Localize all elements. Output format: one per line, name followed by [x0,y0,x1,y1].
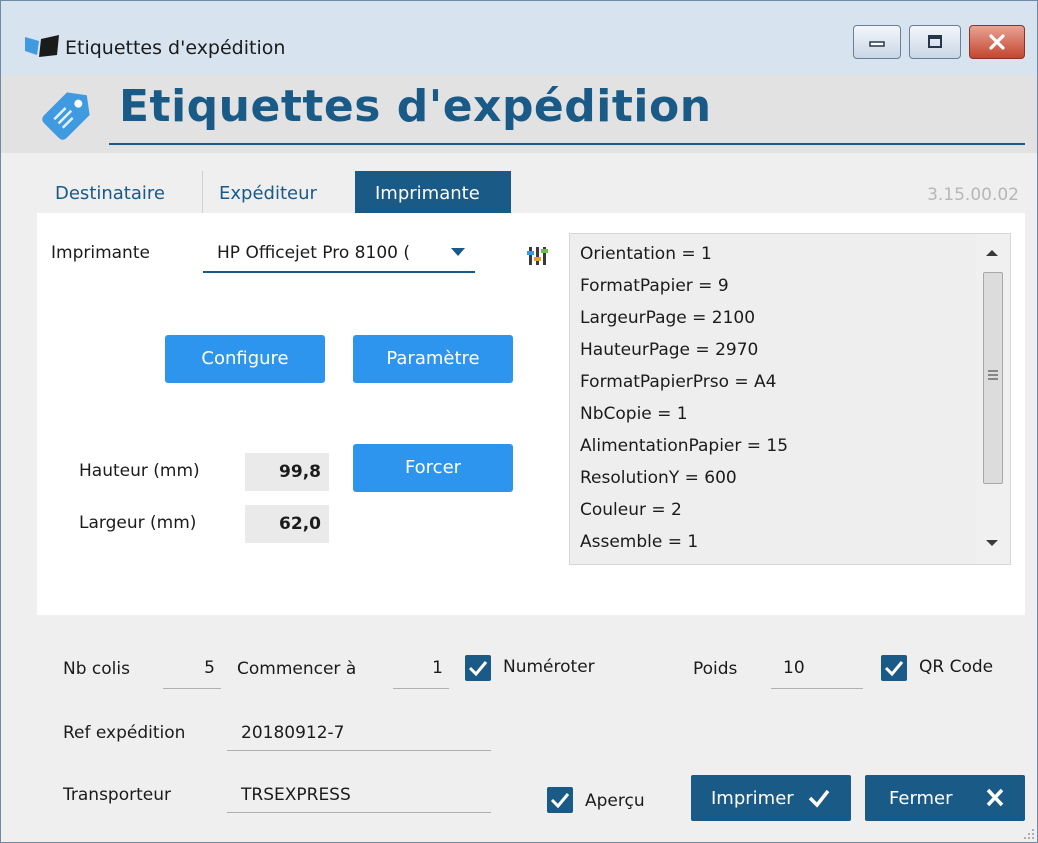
list-item: ResolutionY = 600 [580,468,737,488]
ref-expedition-label: Ref expédition [63,723,186,743]
apercu-checkbox[interactable] [547,787,573,813]
maximize-button[interactable] [909,25,961,59]
close-icon [986,788,1004,807]
hauteur-input[interactable]: 99,8 [245,453,329,491]
imprimer-button[interactable]: Imprimer [691,775,851,821]
scroll-up-icon[interactable] [986,250,998,256]
checkmark-icon [884,661,904,677]
parametre-button[interactable]: Paramètre [353,335,513,383]
numeroter-checkbox[interactable] [465,655,491,681]
transporteur-input[interactable]: TRSEXPRESS [227,775,491,813]
numeroter-label: Numéroter [503,657,595,677]
list-item: NbCopie = 1 [580,404,688,424]
list-item: Orientation = 1 [580,244,712,264]
printer-label: Imprimante [51,243,150,263]
window-title: Etiquettes d'expédition [65,37,286,59]
chevron-down-icon [451,248,465,256]
largeur-label: Largeur (mm) [79,513,197,533]
nb-colis-input[interactable]: 5 [163,651,221,689]
printer-selected-value: HP Officejet Pro 8100 ( [217,243,410,263]
title-bar: Etiquettes d'expédition [1,1,1037,75]
fermer-label: Fermer [889,788,953,809]
list-item: HauteurPage = 2970 [580,340,759,360]
printer-settings-icon[interactable] [527,243,549,267]
checkmark-icon [550,793,570,809]
poids-label: Poids [693,659,738,679]
tag-icon [42,92,90,140]
app-logo-icon [25,35,59,57]
nb-colis-value: 5 [204,658,215,678]
maximize-icon [910,26,960,58]
hauteur-label: Hauteur (mm) [79,461,200,481]
page-header: Etiquettes d'expédition [1,75,1037,153]
scroll-grip-icon [988,370,998,380]
list-item: Assemble = 1 [580,532,699,552]
scroll-down-icon[interactable] [986,540,998,546]
properties-scrollbar[interactable] [976,234,1010,564]
printer-properties-list[interactable]: Orientation = 1 FormatPapier = 9 Largeur… [569,233,1011,565]
close-icon [970,26,1024,58]
ref-expedition-value: 20180912-7 [241,723,345,743]
nb-colis-label: Nb colis [63,659,130,679]
checkmark-icon [808,789,830,808]
list-item: AlimentationPapier = 15 [580,436,789,456]
fermer-button[interactable]: Fermer [865,775,1025,821]
imprimer-label: Imprimer [711,788,794,809]
close-window-button[interactable] [969,25,1025,59]
minimize-button[interactable] [853,25,901,59]
resize-grip-icon[interactable] [1021,826,1035,840]
list-item: FormatPapierPrso = A4 [580,372,777,392]
transporteur-value: TRSEXPRESS [241,785,351,805]
commencer-value: 1 [432,658,443,678]
forcer-button[interactable]: Forcer [353,444,513,492]
poids-input[interactable]: 10 [771,651,863,689]
minimize-icon [854,26,900,58]
printer-select[interactable]: HP Officejet Pro 8100 ( [203,233,475,273]
list-item: Couleur = 2 [580,500,682,520]
commencer-label: Commencer à [237,659,357,679]
qrcode-checkbox[interactable] [881,655,907,681]
header-divider [109,143,1025,145]
qrcode-label: QR Code [919,657,994,677]
poids-value: 10 [783,658,805,678]
tab-expediteur[interactable]: Expéditeur [203,171,355,213]
tab-imprimante[interactable]: Imprimante [355,171,511,213]
version-label: 3.15.00.02 [927,185,1019,205]
app-window: Etiquettes d'expédition Etiquettes d'exp… [0,0,1038,843]
ref-expedition-input[interactable]: 20180912-7 [227,713,491,751]
list-item: FormatPapier = 9 [580,276,729,296]
page-title: Etiquettes d'expédition [119,81,712,132]
list-item: LargeurPage = 2100 [580,308,756,328]
largeur-input[interactable]: 62,0 [245,505,329,543]
transporteur-label: Transporteur [63,785,171,805]
tab-destinataire[interactable]: Destinataire [41,171,203,213]
apercu-label: Aperçu [585,791,645,811]
commencer-input[interactable]: 1 [393,651,449,689]
checkmark-icon [468,661,488,677]
configure-button[interactable]: Configure [165,335,325,383]
